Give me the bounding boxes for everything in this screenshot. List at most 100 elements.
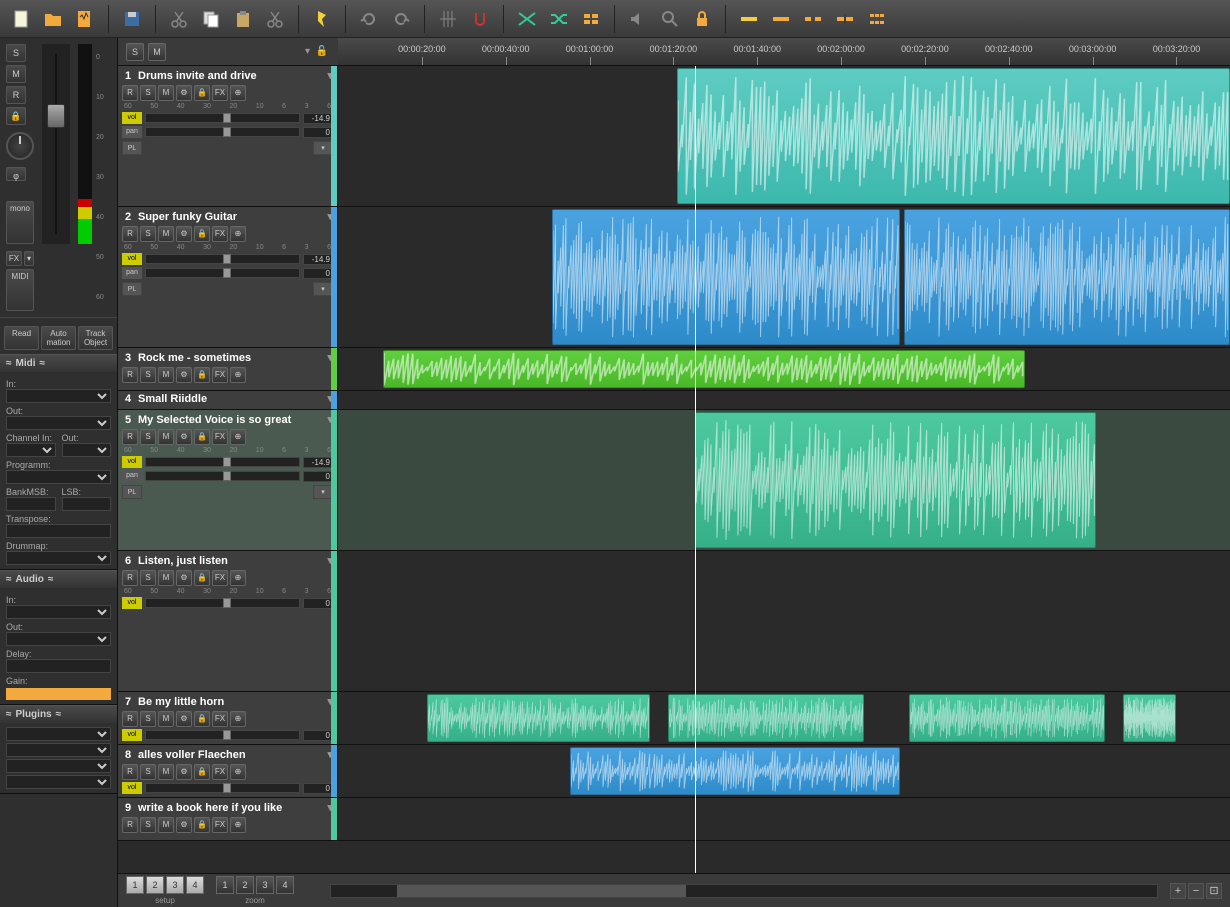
all-mute-button[interactable]: M — [148, 43, 166, 61]
cut-icon[interactable] — [166, 6, 192, 32]
fx-button[interactable]: FX — [6, 251, 22, 266]
setup-page-4[interactable]: 4 — [186, 876, 204, 894]
track-gear-icon[interactable]: ⚙ — [176, 764, 192, 780]
track-head-6[interactable]: 6Listen, just listen▾ R S M⚙ 🔒 FX ⊕60504… — [118, 551, 338, 691]
track-solo[interactable]: S — [140, 570, 156, 586]
track-plugin-icon[interactable]: ⊕ — [230, 711, 246, 727]
mono-button[interactable]: mono — [6, 201, 34, 244]
solo-button[interactable]: S — [6, 44, 26, 62]
track-head-4[interactable]: 4Small Riiddle▾ — [118, 391, 338, 409]
track-solo[interactable]: S — [140, 711, 156, 727]
track-gear-icon[interactable]: ⚙ — [176, 570, 192, 586]
track-head-1[interactable]: 1Drums invite and drive▾ R S M⚙ 🔒 FX ⊕60… — [118, 66, 338, 206]
track-solo[interactable]: S — [140, 85, 156, 101]
track-solo[interactable]: S — [140, 429, 156, 445]
track-fx[interactable]: FX — [212, 429, 228, 445]
track-plugin-icon[interactable]: ⊕ — [230, 764, 246, 780]
audio-clip[interactable] — [427, 694, 650, 742]
track-gear-icon[interactable]: ⚙ — [176, 367, 192, 383]
playhead[interactable] — [695, 66, 696, 873]
track-record[interactable]: R — [122, 817, 138, 833]
track-lock-icon[interactable]: 🔒 — [194, 764, 210, 780]
cut-alt-icon[interactable] — [262, 6, 288, 32]
midi-drummap-select[interactable] — [6, 551, 111, 565]
marker-icon[interactable] — [309, 6, 335, 32]
audio-header[interactable]: ≈ Audio ≈ — [0, 571, 117, 588]
track-lane-8[interactable] — [338, 745, 1230, 797]
audio-clip[interactable] — [668, 694, 864, 742]
master-lock-icon[interactable]: 🔓 — [314, 46, 330, 57]
audio-clip[interactable] — [1123, 694, 1177, 742]
track-fx[interactable]: FX — [212, 817, 228, 833]
track-record[interactable]: R — [122, 85, 138, 101]
setup-page-1[interactable]: 1 — [126, 876, 144, 894]
track-gear-icon[interactable]: ⚙ — [176, 817, 192, 833]
midi-lsb-input[interactable] — [62, 497, 112, 511]
phi-button[interactable]: φ — [6, 167, 26, 181]
track-gear-icon[interactable]: ⚙ — [176, 85, 192, 101]
plugin-slot-4[interactable] — [6, 775, 111, 789]
midi-transpose-input[interactable] — [6, 524, 111, 538]
midi-chout-select[interactable] — [62, 443, 112, 457]
track-record[interactable]: R — [122, 429, 138, 445]
track-record[interactable]: R — [122, 367, 138, 383]
track-lane-9[interactable] — [338, 798, 1230, 840]
track-head-3[interactable]: 3Rock me - sometimes▾ R S M⚙🔒FX⊕ — [118, 348, 338, 390]
track-plugin-icon[interactable]: ⊕ — [230, 817, 246, 833]
pan-slider[interactable] — [145, 127, 300, 137]
track-lane-7[interactable] — [338, 692, 1230, 744]
track-plugin-icon[interactable]: ⊕ — [230, 429, 246, 445]
track-plugin-icon[interactable]: ⊕ — [230, 367, 246, 383]
track-gear-icon[interactable]: ⚙ — [176, 711, 192, 727]
track-mute[interactable]: M — [158, 711, 174, 727]
pan-slider[interactable] — [145, 471, 300, 481]
track-lane-5[interactable] — [338, 410, 1230, 550]
vol-slider[interactable] — [145, 730, 300, 740]
zoom-reset[interactable]: ⊡ — [1206, 883, 1222, 899]
midi-in-select[interactable] — [6, 389, 111, 403]
plugin-slot-3[interactable] — [6, 759, 111, 773]
plugins-header[interactable]: ≈ Plugins ≈ — [0, 706, 117, 723]
all-solo-button[interactable]: S — [126, 43, 144, 61]
audio-file-icon[interactable] — [72, 6, 98, 32]
region-cut-icon[interactable] — [800, 6, 826, 32]
track-object-button[interactable]: Track Object — [78, 326, 113, 350]
track-lock-icon[interactable]: 🔒 — [194, 429, 210, 445]
zoom-page-1[interactable]: 1 — [216, 876, 234, 894]
paste-icon[interactable] — [230, 6, 256, 32]
automation-button[interactable]: Auto mation — [41, 326, 76, 350]
track-lane-1[interactable] — [338, 66, 1230, 206]
zoom-in-h[interactable]: + — [1170, 883, 1186, 899]
track-gear-icon[interactable]: ⚙ — [176, 429, 192, 445]
track-lock-icon[interactable]: 🔒 — [194, 817, 210, 833]
vol-slider[interactable] — [145, 113, 300, 123]
track-plugin-icon[interactable]: ⊕ — [230, 570, 246, 586]
audio-delay-input[interactable] — [6, 659, 111, 673]
track-mute[interactable]: M — [158, 570, 174, 586]
track-solo[interactable]: S — [140, 764, 156, 780]
new-file-icon[interactable] — [8, 6, 34, 32]
track-head-8[interactable]: 8alles voller Flaechen▾ R S M⚙🔒FX⊕vol0 — [118, 745, 338, 797]
region-split-icon[interactable] — [832, 6, 858, 32]
zoom-out-h[interactable]: − — [1188, 883, 1204, 899]
track-fx[interactable]: FX — [212, 764, 228, 780]
audio-clip[interactable] — [904, 209, 1230, 345]
pan-slider[interactable] — [145, 268, 300, 278]
track-mute[interactable]: M — [158, 367, 174, 383]
vol-slider[interactable] — [145, 457, 300, 467]
track-fx[interactable]: FX — [212, 711, 228, 727]
zoom-page-3[interactable]: 3 — [256, 876, 274, 894]
track-mute[interactable]: M — [158, 817, 174, 833]
mic-search-icon[interactable] — [657, 6, 683, 32]
track-head-5[interactable]: 5My Selected Voice is so great▾ R S M⚙ 🔒… — [118, 410, 338, 550]
grid-icon[interactable] — [435, 6, 461, 32]
track-record[interactable]: R — [122, 711, 138, 727]
track-plugin-icon[interactable]: ⊕ — [230, 85, 246, 101]
plugin-slot-1[interactable] — [6, 727, 111, 741]
audio-clip[interactable] — [909, 694, 1105, 742]
track-plugin-icon[interactable]: ⊕ — [230, 226, 246, 242]
setup-page-2[interactable]: 2 — [146, 876, 164, 894]
midi-chin-select[interactable] — [6, 443, 56, 457]
master-lock-button[interactable]: 🔒 — [6, 107, 26, 125]
track-solo[interactable]: S — [140, 367, 156, 383]
